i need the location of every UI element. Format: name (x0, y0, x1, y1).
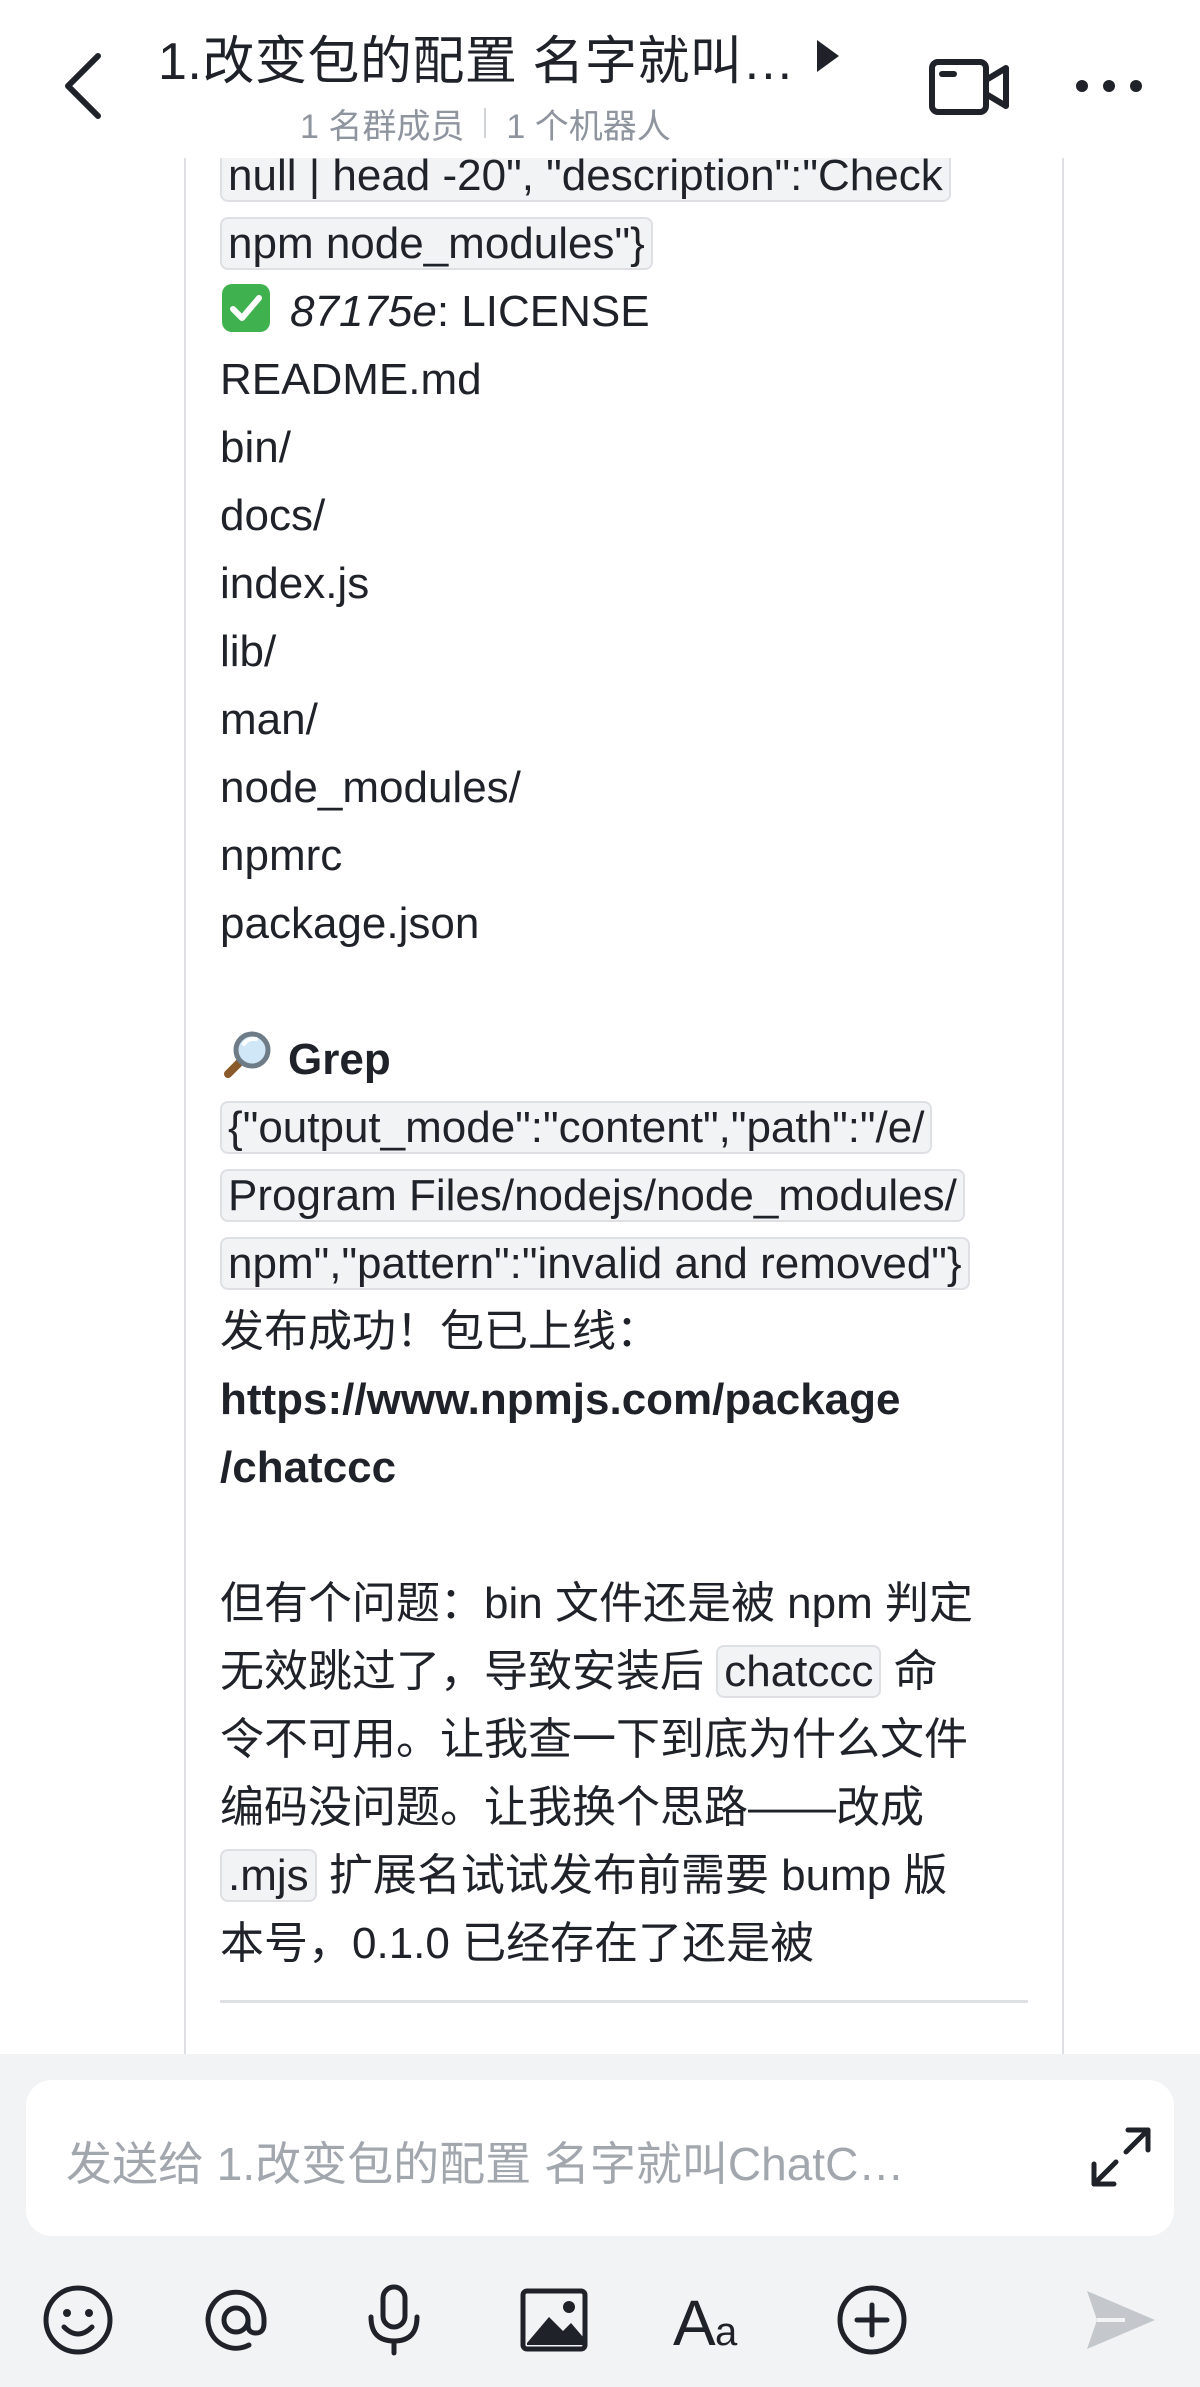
message-text: 编码没问题。让我换个思路——改成 (220, 1783, 924, 1832)
tool-name: Grep (288, 1035, 391, 1084)
inline-code: npm","pattern":"invalid and removed"} (220, 1237, 970, 1290)
message-text: docs/ (220, 491, 326, 540)
message-line: package.json (220, 890, 1040, 958)
message-line: https://www.npmjs.com/package (220, 1366, 1040, 1434)
inline-code: npm node_modules"} (220, 217, 653, 270)
plus-circle-icon (837, 2285, 907, 2355)
message-line: bin/ (220, 414, 1040, 482)
voice-button[interactable] (352, 2278, 436, 2362)
text-format-icon: A a (673, 2287, 738, 2359)
member-count[interactable]: 1 名群成员 (300, 99, 464, 148)
message-line: {"output_mode":"content","path":"/e/ (220, 1094, 1040, 1162)
emoji-icon (43, 2285, 113, 2355)
bot-count[interactable]: 1 个机器人 (506, 99, 670, 148)
message-line: README.md (220, 346, 1040, 414)
message-text: 令不可用。让我查一下到底为什么文件 (220, 1715, 968, 1764)
mention-icon (205, 2289, 267, 2351)
message-text: npmrc (220, 831, 343, 880)
back-button[interactable] (56, 46, 116, 126)
more-dots-icon (1076, 80, 1142, 92)
caret-right-icon[interactable] (816, 40, 839, 72)
message-text: bin/ (220, 423, 291, 472)
message-text: 发布成功！包已上线： (220, 1307, 660, 1356)
message-link[interactable]: https://www.npmjs.com/package (220, 1375, 901, 1424)
inline-code: chatccc (716, 1645, 882, 1698)
message-content: null | head -20", "description":"Check np… (220, 158, 1040, 1978)
magnifier-icon (224, 1031, 271, 1078)
message-line: 编码没问题。让我换个思路——改成 (220, 1774, 1040, 1842)
chevron-left-icon (65, 53, 101, 119)
inline-code: {"output_mode":"content","path":"/e/ (220, 1101, 933, 1154)
message-line: 本号，0.1.0 已经存在了还是被 (220, 1910, 1040, 1978)
message-line: npm node_modules"} (220, 210, 1040, 278)
input-toolbar: A a (0, 2268, 1200, 2378)
image-icon (520, 2288, 588, 2352)
send-button[interactable] (1078, 2278, 1162, 2362)
message-line: 87175e: LICENSE (220, 278, 1040, 346)
message-divider (220, 2000, 1028, 2003)
message-text: node_modules/ (220, 763, 521, 812)
message-line: docs/ (220, 482, 1040, 550)
result-text: : LICENSE (436, 287, 650, 336)
inline-code: .mjs (220, 1849, 317, 1902)
message-line: .mjs 扩展名试试发布前需要 bump 版 (220, 1842, 1040, 1910)
message-text: 无效跳过了，导致安装后 (220, 1647, 717, 1696)
mention-button[interactable] (194, 2278, 278, 2362)
chat-title[interactable]: 1.改变包的配置 名字就叫… (158, 19, 795, 94)
expand-input-button[interactable] (1088, 2124, 1154, 2190)
subtitle-divider (484, 108, 487, 138)
message-line: Program Files/nodejs/node_modules/ (220, 1162, 1040, 1230)
message-line: /chatccc (220, 1434, 1040, 1502)
message-line: Grep (220, 1026, 1040, 1094)
message-input[interactable]: 发送给 1.改变包的配置 名字就叫ChatC… (66, 2128, 1046, 2194)
chat-message-area[interactable]: null | head -20", "description":"Check np… (0, 158, 1200, 2054)
message-line: 发布成功！包已上线： (220, 1298, 1040, 1366)
message-line: 无效跳过了，导致安装后 chatccc 命 (220, 1638, 1040, 1706)
message-text: 命 (881, 1647, 938, 1696)
video-camera-icon (929, 59, 1009, 115)
image-button[interactable] (512, 2278, 596, 2362)
inline-code: null | head -20", "description":"Check (220, 158, 951, 202)
message-text: man/ (220, 695, 318, 744)
message-line: npm","pattern":"invalid and removed"} (220, 1230, 1040, 1298)
check-mark-icon (222, 284, 270, 332)
message-line: index.js (220, 550, 1040, 618)
more-actions-button[interactable] (830, 2278, 914, 2362)
message-line: lib/ (220, 618, 1040, 686)
more-options-button[interactable] (1074, 66, 1144, 106)
message-text: README.md (220, 355, 482, 404)
message-text: 扩展名试试发布前需要 bump 版 (316, 1851, 948, 1900)
result-hash: 87175e (290, 287, 437, 336)
message-line: 但有个问题：bin 文件还是被 npm 判定 (220, 1570, 1040, 1638)
svg-text:A: A (673, 2287, 716, 2359)
chat-header: 1.改变包的配置 名字就叫… 1 名群成员 1 个机器人 (0, 0, 1200, 158)
text-format-button[interactable]: A a (670, 2278, 754, 2362)
inline-code: Program Files/nodejs/node_modules/ (220, 1169, 965, 1222)
message-line: node_modules/ (220, 754, 1040, 822)
message-line: 令不可用。让我查一下到底为什么文件 (220, 1706, 1040, 1774)
message-line: null | head -20", "description":"Check (220, 158, 1040, 210)
svg-text:a: a (715, 2310, 738, 2354)
video-call-button[interactable] (928, 56, 1010, 118)
input-panel: 发送给 1.改变包的配置 名字就叫ChatC… A a (0, 2054, 1200, 2387)
message-text: package.json (220, 899, 480, 948)
message-input-box[interactable]: 发送给 1.改变包的配置 名字就叫ChatC… (26, 2080, 1174, 2236)
emoji-button[interactable] (36, 2278, 120, 2362)
message-text: index.js (220, 559, 370, 608)
message-text: 本号，0.1.0 已经存在了还是被 (220, 1919, 815, 1968)
send-icon (1087, 2291, 1155, 2349)
message-line: npmrc (220, 822, 1040, 890)
message-text: lib/ (220, 627, 277, 676)
message-line: man/ (220, 686, 1040, 754)
expand-icon (1091, 2127, 1151, 2187)
chat-subtitle: 1 名群成员 1 个机器人 (300, 98, 671, 148)
microphone-icon (368, 2284, 420, 2356)
chat-title-area[interactable]: 1.改变包的配置 名字就叫… (158, 26, 858, 91)
message-text: 但有个问题：bin 文件还是被 npm 判定 (220, 1579, 973, 1628)
message-link[interactable]: /chatccc (220, 1443, 396, 1492)
